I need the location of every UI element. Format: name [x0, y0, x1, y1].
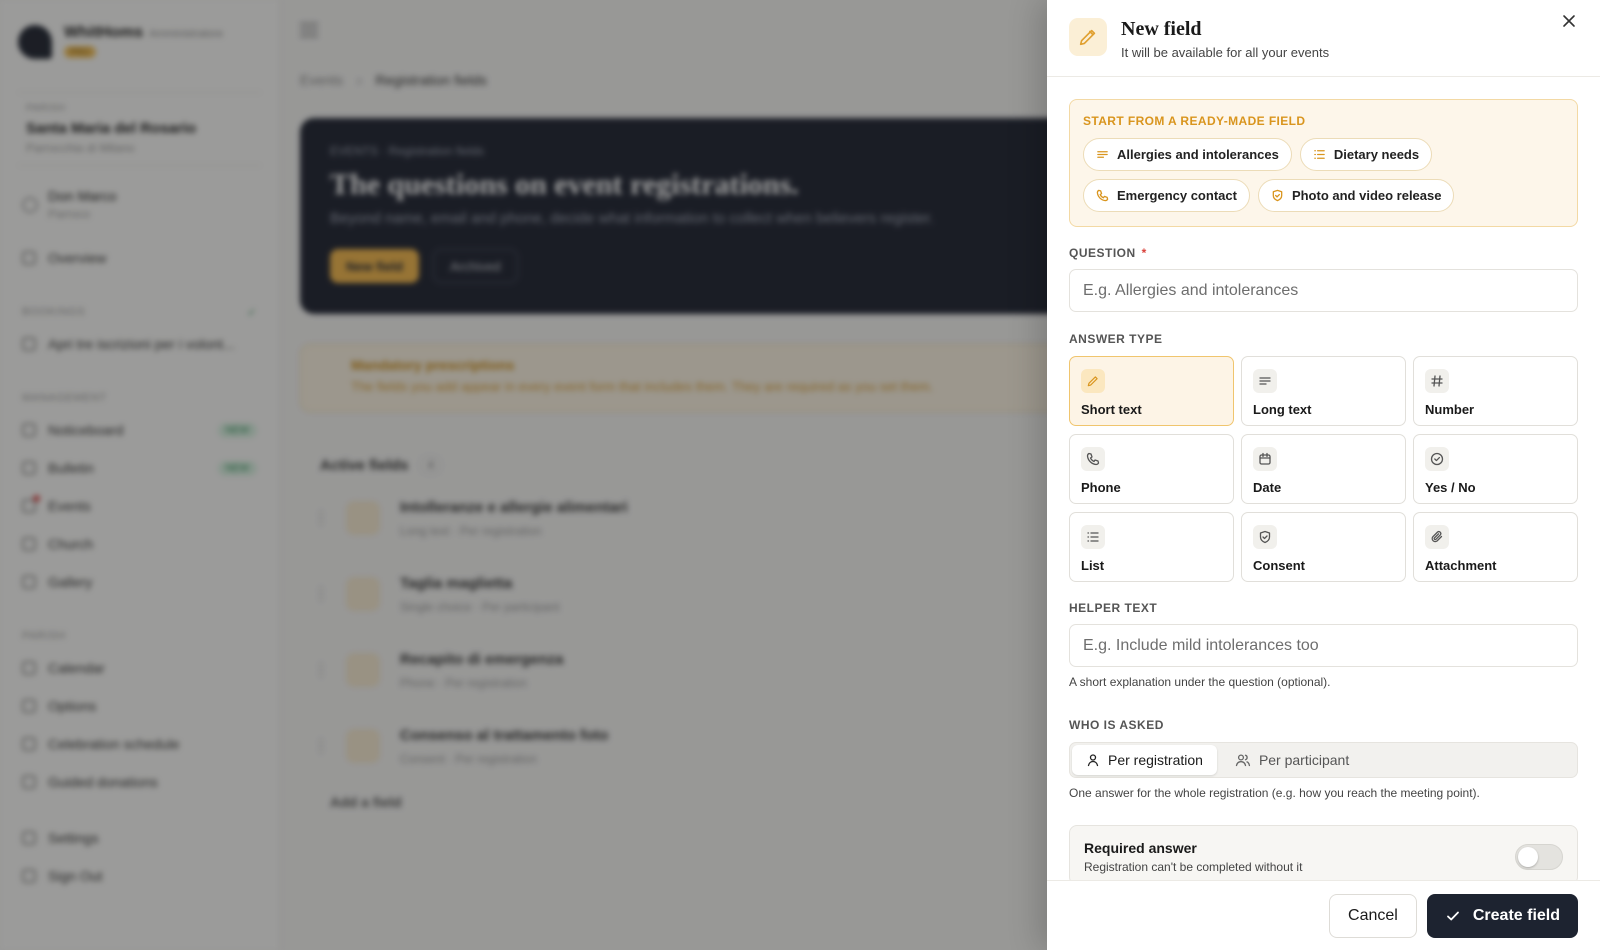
create-field-button[interactable]: Create field: [1426, 893, 1578, 938]
calendar-icon: [1253, 447, 1277, 471]
answer-type-number[interactable]: Number: [1413, 356, 1578, 426]
drawer-footer: Cancel Create field: [1047, 880, 1600, 950]
drawer-header: New field It will be available for all y…: [1047, 0, 1600, 77]
cancel-button[interactable]: Cancel: [1329, 893, 1417, 938]
toggle-knob: [1518, 847, 1538, 867]
answer-type-attachment[interactable]: Attachment: [1413, 512, 1578, 582]
question-label: QUESTION: [1069, 246, 1136, 260]
required-answer-card: Required answer Registration can't be co…: [1069, 825, 1578, 880]
new-field-drawer: New field It will be available for all y…: [1047, 0, 1600, 950]
user-icon: [1087, 754, 1099, 767]
required-answer-toggle[interactable]: [1515, 844, 1563, 870]
answer-type-label: ANSWER TYPE: [1069, 332, 1163, 346]
question-input[interactable]: [1069, 269, 1578, 312]
helper-text-label: HELPER TEXT: [1069, 601, 1158, 615]
ready-made-title: START FROM A READY-MADE FIELD: [1083, 114, 1306, 128]
lines-icon: [1097, 151, 1108, 158]
helper-text-input[interactable]: [1069, 624, 1578, 667]
answer-type-group: ANSWER TYPE Short text Long text Number …: [1069, 332, 1578, 582]
hash-icon: [1425, 369, 1449, 393]
chip-label: Emergency contact: [1117, 188, 1237, 203]
answer-type-label: List: [1081, 558, 1105, 573]
answer-type-list[interactable]: List: [1069, 512, 1234, 582]
chip-label: Dietary needs: [1333, 147, 1420, 162]
drawer-body: START FROM A READY-MADE FIELD Allergies …: [1047, 77, 1600, 880]
answer-type-label: Phone: [1081, 480, 1121, 495]
answer-type-short-text[interactable]: Short text: [1069, 356, 1234, 426]
chip-photo-release[interactable]: Photo and video release: [1257, 179, 1455, 212]
pencil-icon: [1081, 369, 1105, 393]
phone-icon: [1096, 189, 1109, 202]
check-icon: [1446, 911, 1459, 920]
answer-type-grid: Short text Long text Number Phone Date Y…: [1069, 356, 1578, 582]
drawer-title: New field: [1121, 18, 1202, 40]
question-group: QUESTION *: [1069, 246, 1578, 312]
per-participant-option[interactable]: Per participant: [1221, 745, 1363, 775]
chip-label: Photo and video release: [1291, 188, 1442, 203]
answer-type-label: Number: [1425, 402, 1475, 417]
who-is-asked-segmented-control: Per registration Per participant: [1069, 742, 1578, 778]
chip-label: Allergies and intolerances: [1117, 147, 1279, 162]
chip-dietary[interactable]: Dietary needs: [1299, 138, 1433, 171]
answer-type-consent[interactable]: Consent: [1241, 512, 1406, 582]
close-icon[interactable]: [1558, 10, 1580, 32]
required-answer-title: Required answer: [1084, 840, 1197, 856]
answer-type-label: Short text: [1081, 402, 1142, 417]
who-is-asked-group: WHO IS ASKED Per registration Per partic…: [1069, 718, 1578, 800]
helper-text-group: HELPER TEXT A short explanation under th…: [1069, 601, 1578, 689]
phone-icon: [1081, 447, 1105, 471]
drawer-subtitle: It will be available for all your events: [1121, 45, 1330, 60]
paperclip-icon: [1425, 525, 1449, 549]
segment-label: Per registration: [1108, 752, 1203, 768]
segment-label: Per participant: [1258, 752, 1350, 768]
users-icon: [1235, 754, 1250, 767]
chip-emergency-contact[interactable]: Emergency contact: [1083, 179, 1250, 212]
answer-type-label: Yes / No: [1425, 480, 1476, 495]
helper-text-hint: A short explanation under the question (…: [1069, 675, 1331, 689]
shield-check-icon: [1272, 189, 1283, 202]
required-answer-subtitle: Registration can't be completed without …: [1084, 860, 1303, 874]
answer-type-label: Consent: [1253, 558, 1305, 573]
chip-allergies[interactable]: Allergies and intolerances: [1083, 138, 1292, 171]
answer-type-label: Attachment: [1425, 558, 1497, 573]
shield-check-icon: [1253, 525, 1277, 549]
required-asterisk: *: [1141, 246, 1147, 260]
create-field-label: Create field: [1472, 906, 1560, 924]
pencil-icon: [1069, 18, 1107, 56]
answer-type-label: Long text: [1253, 402, 1312, 417]
answer-type-yes-no[interactable]: Yes / No: [1413, 434, 1578, 504]
list-icon: [1081, 525, 1105, 549]
ready-made-chips: Allergies and intolerances Dietary needs…: [1083, 138, 1564, 212]
answer-type-phone[interactable]: Phone: [1069, 434, 1234, 504]
who-is-asked-hint: One answer for the whole registration (e…: [1069, 786, 1480, 800]
who-is-asked-label: WHO IS ASKED: [1069, 718, 1164, 732]
check-circle-icon: [1425, 447, 1449, 471]
lines-icon: [1253, 369, 1277, 393]
answer-type-label: Date: [1253, 480, 1282, 495]
list-icon: [1314, 150, 1325, 159]
per-registration-option[interactable]: Per registration: [1072, 745, 1217, 775]
answer-type-date[interactable]: Date: [1241, 434, 1406, 504]
ready-made-panel: START FROM A READY-MADE FIELD Allergies …: [1069, 99, 1578, 227]
answer-type-long-text[interactable]: Long text: [1241, 356, 1406, 426]
